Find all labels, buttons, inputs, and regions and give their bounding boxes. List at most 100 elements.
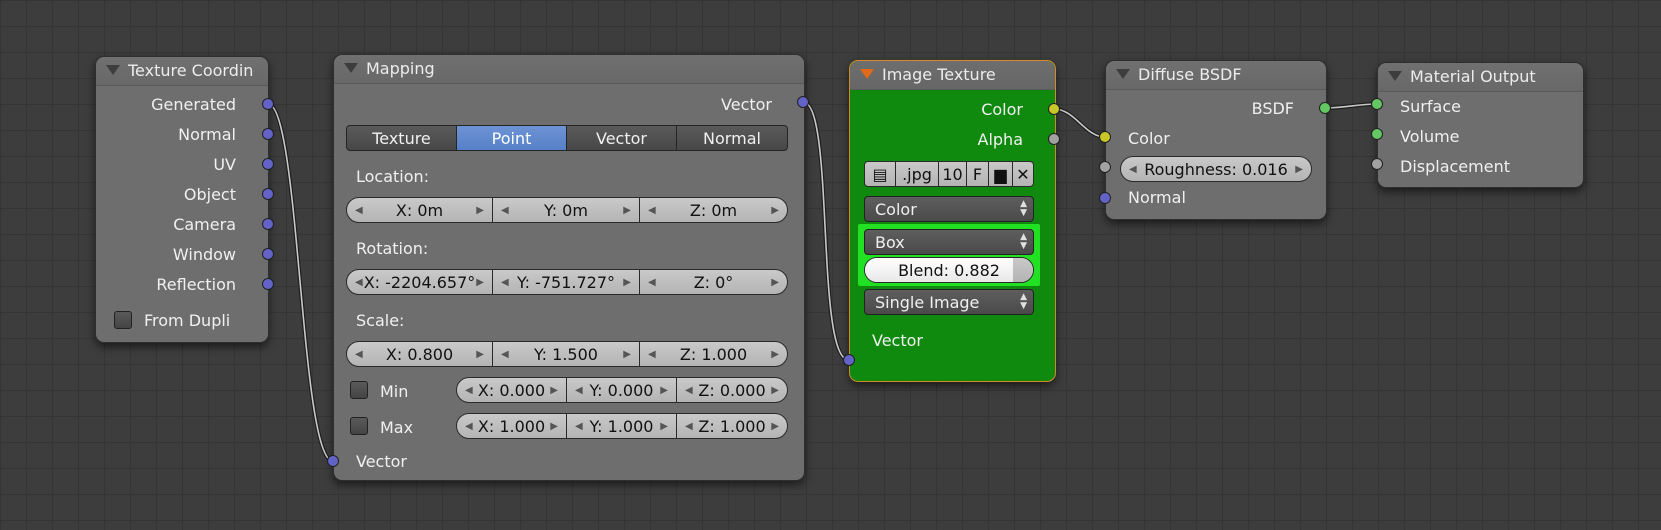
max-x-field[interactable]: ◀ X: 1.000 ▶ — [456, 413, 567, 439]
decrement-arrow-icon[interactable]: ◀ — [648, 342, 656, 368]
increment-arrow-icon[interactable]: ▶ — [771, 378, 779, 404]
socket-diffuse-output-bsdf[interactable] — [1319, 102, 1331, 114]
decrement-arrow-icon[interactable]: ◀ — [685, 378, 693, 404]
tab-vector[interactable]: Vector — [566, 125, 677, 151]
socket-diffuse-input-roughness[interactable] — [1099, 161, 1111, 173]
increment-arrow-icon[interactable]: ▶ — [476, 198, 484, 224]
socket-image-input-vector[interactable] — [843, 354, 855, 366]
scale-z-field[interactable]: ◀ Z: 1.000 ▶ — [639, 341, 788, 367]
mapping-node[interactable]: Mapping Vector Texture Point Vector Norm… — [333, 54, 805, 481]
scale-x-field[interactable]: ◀ X: 0.800 ▶ — [346, 341, 493, 367]
decrement-arrow-icon[interactable]: ◀ — [355, 342, 363, 368]
socket-mapping-output-vector[interactable] — [797, 96, 809, 108]
increment-arrow-icon[interactable]: ▶ — [1295, 157, 1303, 183]
decrement-arrow-icon[interactable]: ◀ — [501, 270, 509, 296]
socket-diffuse-input-normal[interactable] — [1099, 192, 1111, 204]
unlink-image-button[interactable]: ✕ — [1012, 161, 1034, 187]
tab-point[interactable]: Point — [456, 125, 567, 151]
socket-image-output-alpha[interactable] — [1048, 133, 1060, 145]
decrement-arrow-icon[interactable]: ◀ — [501, 342, 509, 368]
socket-mapping-input-vector[interactable] — [327, 455, 339, 467]
diffuse-bsdf-node[interactable]: Diffuse BSDF BSDF Color ◀ Roughness: 0.01… — [1105, 60, 1327, 220]
socket-generated[interactable] — [262, 98, 274, 110]
socket-uv[interactable] — [262, 158, 274, 170]
node-header[interactable]: Material Output — [1378, 63, 1583, 92]
decrement-arrow-icon[interactable]: ◀ — [355, 198, 363, 224]
image-name-field[interactable]: .jpg — [895, 161, 939, 187]
blend-slider[interactable]: Blend: 0.882 — [864, 257, 1034, 283]
decrement-arrow-icon[interactable]: ◀ — [685, 414, 693, 440]
from-dupli-checkbox[interactable] — [114, 311, 132, 329]
texture-coordinate-node[interactable]: Texture Coordin Generated Normal UV Obje… — [95, 56, 269, 343]
node-header[interactable]: Diffuse BSDF — [1106, 61, 1326, 90]
decrement-arrow-icon[interactable]: ◀ — [648, 198, 656, 224]
min-checkbox[interactable] — [350, 381, 368, 399]
socket-output-surface[interactable] — [1371, 98, 1383, 110]
collapse-triangle-icon[interactable] — [344, 62, 358, 73]
color-space-dropdown[interactable]: Color ▲ ▼ — [864, 196, 1034, 222]
increment-arrow-icon[interactable]: ▶ — [476, 342, 484, 368]
collapse-triangle-icon[interactable] — [1116, 68, 1130, 79]
socket-output-displacement[interactable] — [1371, 158, 1383, 170]
socket-reflection[interactable] — [262, 278, 274, 290]
min-z-field[interactable]: ◀ Z: 0.000 ▶ — [676, 377, 788, 403]
min-x-field[interactable]: ◀ X: 0.000 ▶ — [456, 377, 567, 403]
increment-arrow-icon[interactable]: ▶ — [660, 378, 668, 404]
increment-arrow-icon[interactable]: ▶ — [623, 270, 631, 296]
decrement-arrow-icon[interactable]: ◀ — [465, 414, 473, 440]
decrement-arrow-icon[interactable]: ◀ — [501, 198, 509, 224]
increment-arrow-icon[interactable]: ▶ — [476, 270, 484, 296]
collapse-triangle-icon[interactable] — [106, 64, 120, 75]
decrement-arrow-icon[interactable]: ◀ — [575, 414, 583, 440]
roughness-field[interactable]: ◀ Roughness: 0.016 ▶ — [1120, 156, 1312, 182]
socket-object[interactable] — [262, 188, 274, 200]
max-checkbox[interactable] — [350, 417, 368, 435]
increment-arrow-icon[interactable]: ▶ — [771, 270, 779, 296]
material-output-node[interactable]: Material Output Surface Volume Displacem… — [1377, 62, 1584, 188]
node-header[interactable]: Mapping — [334, 55, 804, 84]
decrement-arrow-icon[interactable]: ◀ — [648, 270, 656, 296]
rotation-z-field[interactable]: ◀ Z: 0° ▶ — [639, 269, 788, 295]
source-dropdown[interactable]: Single Image ▲ ▼ — [864, 289, 1034, 315]
max-y-field[interactable]: ◀ Y: 1.000 ▶ — [566, 413, 677, 439]
tab-texture[interactable]: Texture — [346, 125, 457, 151]
location-x-field[interactable]: ◀ X: 0m ▶ — [346, 197, 493, 223]
increment-arrow-icon[interactable]: ▶ — [771, 414, 779, 440]
socket-normal[interactable] — [262, 128, 274, 140]
scale-y-field[interactable]: ◀ Y: 1.500 ▶ — [492, 341, 640, 367]
input-vector: Vector — [356, 452, 407, 471]
socket-camera[interactable] — [262, 218, 274, 230]
collapse-triangle-icon[interactable] — [860, 68, 874, 79]
increment-arrow-icon[interactable]: ▶ — [771, 342, 779, 368]
rotation-x-field[interactable]: ◀ X: -2204.657° ▶ — [346, 269, 493, 295]
node-header[interactable]: Image Texture — [850, 61, 1055, 90]
increment-arrow-icon[interactable]: ▶ — [623, 342, 631, 368]
increment-arrow-icon[interactable]: ▶ — [623, 198, 631, 224]
open-file-button[interactable]: ▆ — [988, 161, 1013, 187]
increment-arrow-icon[interactable]: ▶ — [771, 198, 779, 224]
increment-arrow-icon[interactable]: ▶ — [660, 414, 668, 440]
decrement-arrow-icon[interactable]: ◀ — [1129, 157, 1137, 183]
collapse-triangle-icon[interactable] — [1388, 70, 1402, 81]
projection-dropdown[interactable]: Box ▲ ▼ — [864, 229, 1034, 255]
fake-user-button[interactable]: F — [966, 161, 989, 187]
location-z-field[interactable]: ◀ Z: 0m ▶ — [639, 197, 788, 223]
decrement-arrow-icon[interactable]: ◀ — [465, 378, 473, 404]
increment-arrow-icon[interactable]: ▶ — [550, 414, 558, 440]
socket-image-output-color[interactable] — [1048, 103, 1060, 115]
tab-normal[interactable]: Normal — [676, 125, 788, 151]
increment-arrow-icon[interactable]: ▶ — [550, 378, 558, 404]
socket-window[interactable] — [262, 248, 274, 260]
socket-diffuse-input-color[interactable] — [1099, 131, 1111, 143]
image-users-count[interactable]: 10 — [938, 161, 967, 187]
image-texture-node[interactable]: Image Texture Color Alpha ▤ .jpg 10 F ▆ … — [849, 60, 1056, 382]
decrement-arrow-icon[interactable]: ◀ — [575, 378, 583, 404]
location-y-field[interactable]: ◀ Y: 0m ▶ — [492, 197, 640, 223]
rotation-y-field[interactable]: ◀ Y: -751.727° ▶ — [492, 269, 640, 295]
socket-output-volume[interactable] — [1371, 128, 1383, 140]
image-browse-button[interactable]: ▤ — [864, 161, 896, 187]
max-z-field[interactable]: ◀ Z: 1.000 ▶ — [676, 413, 788, 439]
decrement-arrow-icon[interactable]: ◀ — [355, 270, 363, 296]
min-y-field[interactable]: ◀ Y: 0.000 ▶ — [566, 377, 677, 403]
node-header[interactable]: Texture Coordin — [96, 57, 268, 86]
